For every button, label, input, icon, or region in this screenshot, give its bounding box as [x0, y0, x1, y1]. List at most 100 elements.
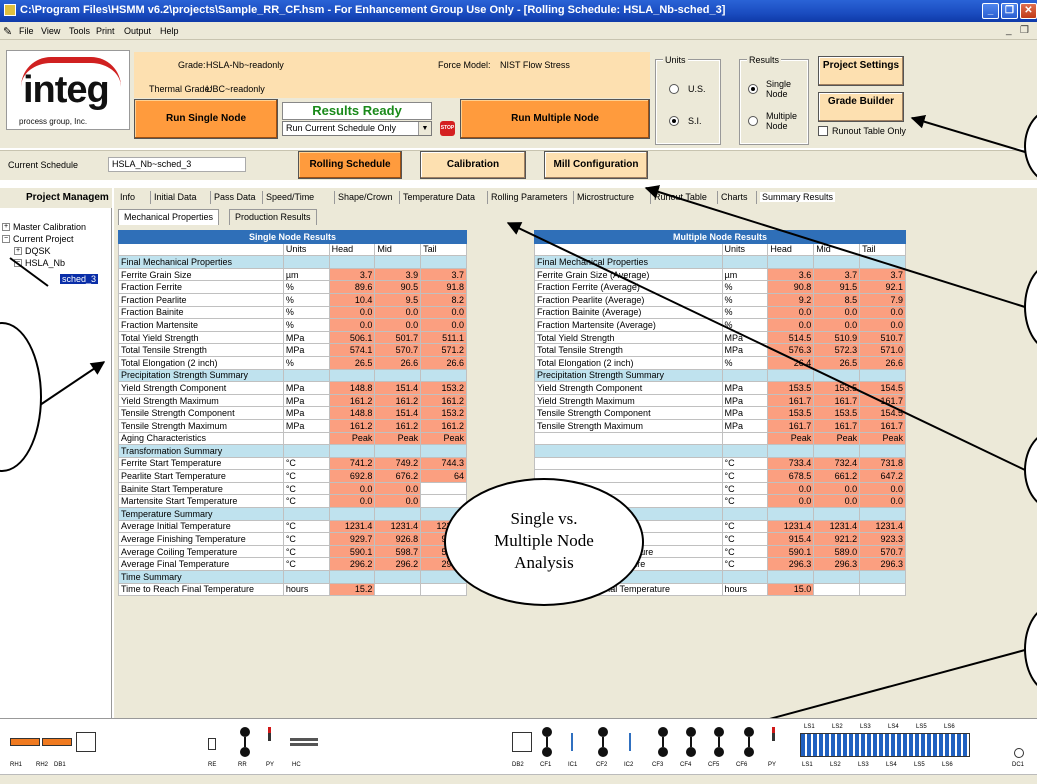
row-units: °C: [282, 469, 330, 483]
mill-label: LS5: [914, 762, 925, 768]
tab-initial-data[interactable]: Initial Data: [154, 192, 197, 202]
reheat-furnace-1-icon[interactable]: [10, 738, 40, 746]
tree-item-current-project[interactable]: Current Project: [13, 234, 74, 244]
row-label: [534, 456, 723, 471]
roll-icon: [542, 747, 552, 757]
section-cell: [767, 507, 815, 521]
tab-charts[interactable]: Charts: [721, 192, 748, 202]
table-header-row: Units Head Mid Tail: [534, 242, 906, 257]
row-label: Tensile Strength Maximum: [118, 418, 284, 433]
mdi-minimize-button[interactable]: _: [1006, 25, 1012, 36]
tree-item-dqsk[interactable]: DQSK: [25, 246, 51, 256]
menu-print[interactable]: Print: [96, 26, 115, 36]
menu-tools[interactable]: Tools: [69, 26, 90, 36]
mill-configuration-button[interactable]: Mill Configuration: [544, 151, 648, 179]
runout-table-icon[interactable]: [800, 733, 970, 757]
units-us-radio[interactable]: [669, 84, 679, 94]
tab-rolling-parameters[interactable]: Rolling Parameters: [491, 192, 568, 202]
finishing-stand-icon[interactable]: [742, 727, 756, 757]
finishing-stand-icon[interactable]: [712, 727, 726, 757]
row-label: Tensile Strength Maximum: [534, 418, 723, 433]
row-units: MPa: [282, 393, 330, 408]
section-row: Final Mechanical Properties: [118, 255, 467, 269]
schedule-run-select[interactable]: Run Current Schedule Only ▼: [282, 121, 432, 136]
menu-output[interactable]: Output: [124, 26, 151, 36]
tab-production-results[interactable]: Production Results: [229, 209, 317, 225]
tab-shape-crown[interactable]: Shape/Crown: [338, 192, 393, 202]
menu-view[interactable]: View: [41, 26, 60, 36]
descaler-1-icon[interactable]: [76, 732, 96, 752]
menu-file[interactable]: File: [19, 26, 34, 36]
rolling-schedule-button[interactable]: Rolling Schedule: [298, 151, 402, 179]
tab-temperature-data[interactable]: Temperature Data: [403, 192, 475, 202]
close-button[interactable]: ✕: [1020, 3, 1037, 19]
heat-cover-icon[interactable]: [290, 738, 318, 746]
value-cell: 1231.4: [859, 519, 906, 534]
calibration-button[interactable]: Calibration: [420, 151, 526, 179]
runout-table-only-checkbox[interactable]: [818, 126, 828, 136]
finishing-stand-icon[interactable]: [684, 727, 698, 757]
interstand-cooling-icon[interactable]: [571, 733, 573, 751]
finishing-stand-icon[interactable]: [596, 727, 610, 757]
run-multiple-node-button[interactable]: Run Multiple Node: [460, 99, 650, 139]
reheat-furnace-2-icon[interactable]: [42, 738, 72, 746]
roughing-stand-icon[interactable]: [238, 727, 252, 757]
tab-microstructure[interactable]: Microstructure: [577, 192, 634, 202]
value-cell: 676.2: [374, 469, 422, 483]
units-group: Units: [656, 55, 720, 144]
finishing-stand-icon[interactable]: [540, 727, 554, 757]
section-cell: [767, 368, 815, 383]
tree-item-hsla-nb[interactable]: HSLA_Nb: [25, 258, 65, 268]
tab-info[interactable]: Info: [120, 192, 135, 202]
grade-builder-button[interactable]: Grade Builder: [818, 92, 904, 122]
interstand-cooling-icon[interactable]: [629, 733, 631, 751]
project-settings-button[interactable]: Project Settings: [818, 56, 904, 86]
collapse-icon[interactable]: −: [14, 259, 22, 267]
units-si-radio[interactable]: [669, 116, 679, 126]
value-cell: 514.5: [767, 330, 815, 345]
menu-help[interactable]: Help: [160, 26, 179, 36]
expand-icon[interactable]: +: [2, 223, 10, 231]
stop-icon[interactable]: STOP: [440, 121, 455, 136]
collapse-icon[interactable]: −: [2, 235, 10, 243]
tab-mechanical-properties[interactable]: Mechanical Properties: [118, 209, 220, 225]
tree-item-master-calibration[interactable]: Master Calibration: [13, 222, 86, 232]
maximize-button[interactable]: ❐: [1001, 3, 1018, 19]
value-cell: 0.0: [813, 318, 861, 332]
row-label: Ferrite Start Temperature: [118, 456, 284, 471]
window-title: C:\Program Files\HSMM v6.2\projects\Samp…: [20, 4, 726, 16]
horizontal-scrollbar[interactable]: [0, 774, 1037, 784]
row-units: MPa: [282, 330, 330, 345]
downcoiler-icon[interactable]: [1014, 748, 1024, 758]
results-multiple-radio[interactable]: [748, 116, 758, 126]
chevron-down-icon[interactable]: ▼: [418, 122, 431, 135]
tab-pass-data[interactable]: Pass Data: [214, 192, 256, 202]
edger-icon[interactable]: [208, 738, 216, 750]
results-single-radio[interactable]: [748, 84, 758, 94]
descaler-2-icon[interactable]: [512, 732, 532, 752]
tab-separator: [650, 191, 651, 204]
expand-icon[interactable]: +: [14, 247, 22, 255]
mdi-restore-button[interactable]: ❐: [1020, 25, 1029, 36]
table-row: Bainite Start Temperature °C 0.0 0.0: [118, 481, 467, 496]
callout-text: Single vs. Multiple Node Analysis: [444, 508, 644, 574]
tab-summary-results[interactable]: Summary Results: [760, 192, 836, 202]
table-row: Fraction Bainite% 0.0 0.0 0.0: [118, 305, 467, 320]
schedule-run-select-value: Run Current Schedule Only: [286, 123, 397, 133]
finishing-stand-icon[interactable]: [656, 727, 670, 757]
table-row: °C 733.4 732.4 731.8: [534, 456, 906, 471]
value-cell: 741.2: [328, 456, 376, 471]
tab-speed-time[interactable]: Speed/Time: [266, 192, 314, 202]
row-units: %: [721, 318, 769, 332]
value-cell: 3.7: [328, 267, 376, 282]
tab-runout-table[interactable]: Runout Table: [654, 192, 707, 202]
row-units: MPa: [721, 330, 769, 345]
section-cell: [282, 444, 330, 458]
value-cell: 0.0: [374, 305, 422, 320]
row-units: MPa: [282, 343, 330, 357]
minimize-button[interactable]: _: [982, 3, 999, 19]
tree-item-sched-3[interactable]: sched_3: [60, 274, 99, 284]
row-label: Pearlite Start Temperature: [118, 469, 284, 483]
mill-label: LS6: [942, 762, 953, 768]
run-single-node-button[interactable]: Run Single Node: [134, 99, 278, 139]
